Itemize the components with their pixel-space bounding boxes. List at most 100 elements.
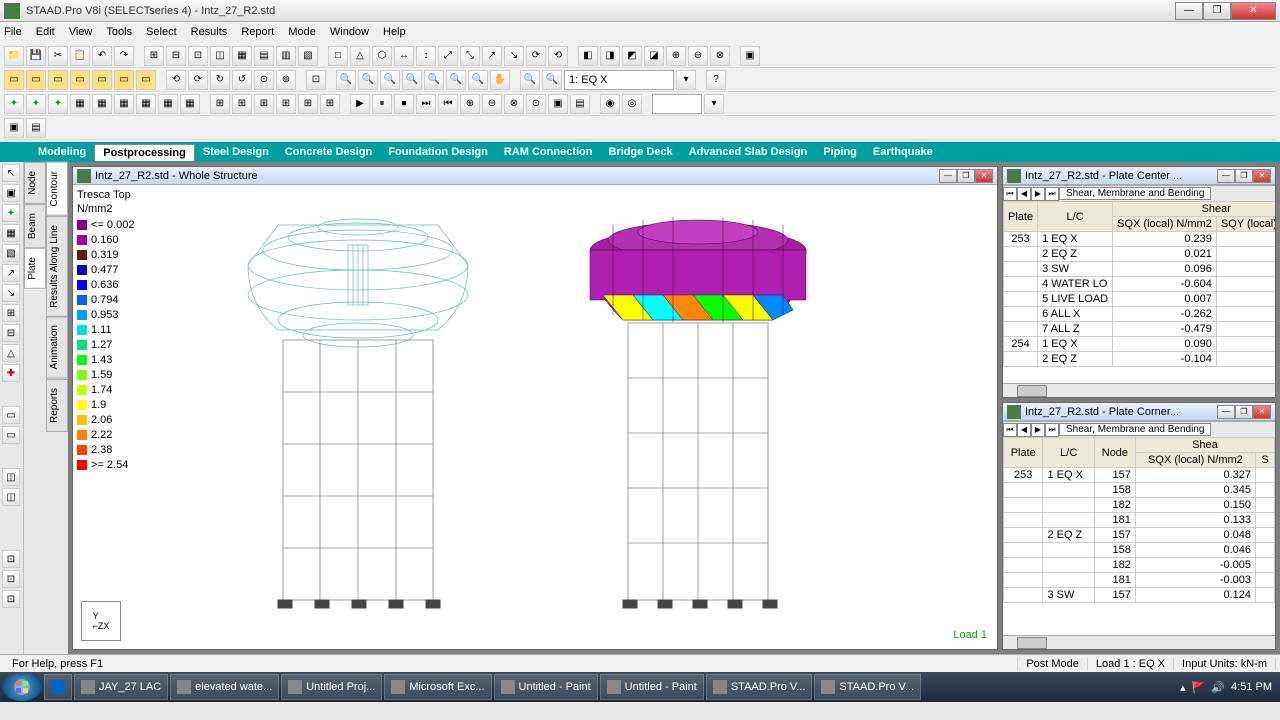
vtab-contour[interactable]: Contour (46, 162, 68, 216)
tab-piping[interactable]: Piping (815, 144, 865, 160)
tool-icon[interactable]: ▭ (92, 70, 112, 90)
tool-icon[interactable]: ▦ (158, 94, 178, 114)
clock[interactable]: 4:51 PM (1231, 681, 1272, 693)
vtab-beam[interactable]: Beam (24, 204, 46, 248)
tool-icon[interactable]: ▣ (740, 46, 760, 66)
tool-icon[interactable]: ▧ (2, 244, 20, 262)
tool-icon[interactable]: ⊚ (276, 70, 296, 90)
menu-window[interactable]: Window (330, 26, 369, 38)
start-button[interactable] (2, 673, 42, 701)
tool-icon[interactable]: ⟲ (548, 46, 568, 66)
tool-icon[interactable]: ⏹ (394, 94, 414, 114)
tool-icon[interactable]: ⟳ (526, 46, 546, 66)
tool-icon[interactable]: ⊞ (232, 94, 252, 114)
tab-ram[interactable]: RAM Connection (496, 144, 601, 160)
tool-icon[interactable]: ▦ (114, 94, 134, 114)
tool-icon[interactable]: □ (328, 46, 348, 66)
tool-icon[interactable]: ⊞ (298, 94, 318, 114)
tab-concrete[interactable]: Concrete Design (277, 144, 380, 160)
maximize-button[interactable]: ❐ (1203, 2, 1231, 20)
tool-icon[interactable]: ▦ (232, 46, 252, 66)
tool-icon[interactable]: ✦ (2, 204, 20, 222)
tool-icon[interactable]: ◉ (600, 94, 620, 114)
tool-icon[interactable]: ⏭ (416, 94, 436, 114)
close-icon[interactable]: ✕ (1253, 169, 1271, 183)
hscroll[interactable] (1003, 383, 1275, 397)
plate-center-table[interactable]: PlateL/CShear▴ SQX (local) N/mm2SQY (loc… (1003, 201, 1275, 383)
tab-earthquake[interactable]: Earthquake (865, 144, 941, 160)
menu-help[interactable]: Help (383, 26, 406, 38)
vtab-animation[interactable]: Animation (46, 316, 68, 378)
zoom-icon[interactable]: ✋ (490, 70, 510, 90)
tool-icon[interactable]: ↻ (210, 70, 230, 90)
tool-icon[interactable]: ↷ (114, 46, 134, 66)
tab-prev-icon[interactable]: ◀ (1017, 187, 1031, 201)
minimize-button[interactable]: — (1175, 2, 1203, 20)
tool-icon[interactable]: ◨ (600, 46, 620, 66)
tool-icon[interactable]: ◩ (622, 46, 642, 66)
tool-icon[interactable]: ↗ (482, 46, 502, 66)
tool-icon[interactable]: ◧ (578, 46, 598, 66)
system-tray[interactable]: ▴ 🚩 🔊 4:51 PM (1174, 681, 1278, 694)
tab-steel[interactable]: Steel Design (195, 144, 277, 160)
tool-icon[interactable]: ▭ (26, 70, 46, 90)
zoom-icon[interactable]: 🔍 (446, 70, 466, 90)
tab-prev-icon[interactable]: ◀ (1017, 423, 1031, 437)
tool-icon[interactable]: ✦ (26, 94, 46, 114)
tab-first-icon[interactable]: ⏮ (1003, 423, 1017, 437)
close-icon[interactable]: ✕ (1253, 405, 1271, 419)
cursor-icon[interactable]: ↖ (2, 164, 20, 182)
tool-icon[interactable]: ▦ (2, 224, 20, 242)
max-icon[interactable]: ❐ (957, 169, 975, 183)
tool-icon[interactable]: ▭ (4, 70, 24, 90)
tool-icon[interactable]: ▭ (2, 426, 20, 444)
tab-last-icon[interactable]: ⏭ (1045, 187, 1059, 201)
tool-icon[interactable]: ▶ (350, 94, 370, 114)
taskbar-item[interactable]: Untitled - Paint (600, 674, 704, 700)
tool-icon[interactable]: ▥ (276, 46, 296, 66)
tool-icon[interactable]: ▭ (70, 70, 90, 90)
tool-icon[interactable]: ↘ (504, 46, 524, 66)
tool-icon[interactable]: ▭ (136, 70, 156, 90)
tool-icon[interactable]: ↔ (394, 46, 414, 66)
zoom-icon[interactable]: 🔍 (468, 70, 488, 90)
taskbar-item[interactable]: JAY_27 LAC (74, 674, 168, 700)
tool-icon[interactable]: ▾ (704, 94, 724, 114)
tray-icon[interactable]: 🚩 (1192, 681, 1206, 694)
tab-next-icon[interactable]: ▶ (1031, 187, 1045, 201)
taskbar-item[interactable]: STAAD.Pro V... (706, 674, 813, 700)
tool-icon[interactable]: ⬡ (372, 46, 392, 66)
tool-icon[interactable]: 🔍 (520, 70, 540, 90)
tool-icon[interactable]: ▭ (2, 406, 20, 424)
tool-icon[interactable]: ▭ (114, 70, 134, 90)
zoom-icon[interactable]: 🔍 (424, 70, 444, 90)
tool-icon[interactable]: ⊟ (166, 46, 186, 66)
min-icon[interactable]: — (939, 169, 957, 183)
viewport-canvas[interactable]: Tresca Top N/mm2 <= 0.0020.1600.3190.477… (73, 185, 997, 649)
taskbar-item[interactable]: Untitled Proj... (281, 674, 382, 700)
tab-foundation[interactable]: Foundation Design (380, 144, 496, 160)
tool-icon[interactable]: 💾 (26, 46, 46, 66)
tool-icon[interactable]: ▦ (180, 94, 200, 114)
tab-slab[interactable]: Advanced Slab Design (681, 144, 816, 160)
tab-next-icon[interactable]: ▶ (1031, 423, 1045, 437)
vtab-results-line[interactable]: Results Along Line (46, 216, 68, 317)
tool-icon[interactable]: ⤢ (438, 46, 458, 66)
tool-icon[interactable]: ⊡ (2, 550, 20, 568)
tool-icon[interactable]: 📋 (70, 46, 90, 66)
zoom-icon[interactable]: 🔍 (358, 70, 378, 90)
tool-icon[interactable]: ⟳ (188, 70, 208, 90)
tool-icon[interactable]: ↺ (232, 70, 252, 90)
tool-icon[interactable]: ⊡ (2, 570, 20, 588)
min-icon[interactable]: — (1217, 405, 1235, 419)
menu-results[interactable]: Results (191, 26, 228, 38)
tool-icon[interactable]: ⊞ (254, 94, 274, 114)
tool-icon[interactable]: ◪ (644, 46, 664, 66)
menu-file[interactable]: File (4, 26, 22, 38)
vtab-plate[interactable]: Plate (24, 248, 46, 289)
tool-icon[interactable]: ▣ (2, 184, 20, 202)
min-icon[interactable]: — (1217, 169, 1235, 183)
tool-icon[interactable]: ⏸ (372, 94, 392, 114)
max-icon[interactable]: ❐ (1235, 169, 1253, 183)
taskbar-item[interactable]: elevated wate... (170, 674, 279, 700)
